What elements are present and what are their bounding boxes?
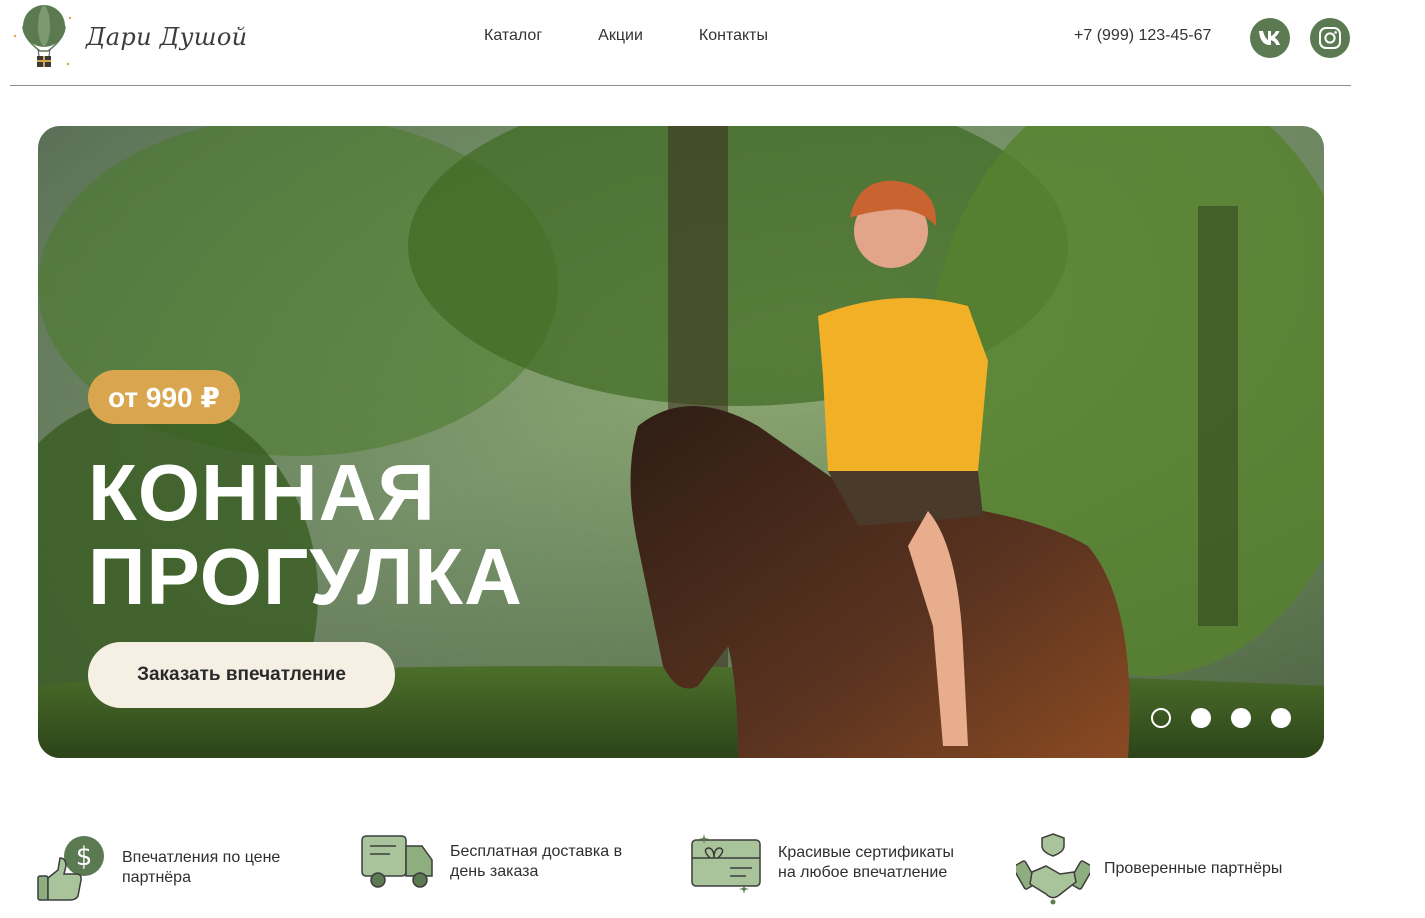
feature-2-line2: день заказа xyxy=(450,863,539,880)
slider-dot-4[interactable] xyxy=(1271,708,1291,728)
instagram-icon xyxy=(1319,27,1341,49)
site-header: Дари Душой Каталог Акции Контакты +7 (99… xyxy=(0,0,1425,86)
feature-2-line1: Бесплатная доставка в xyxy=(450,843,623,860)
feature-free-delivery: Бесплатная доставка в день заказа xyxy=(360,832,622,892)
feature-verified-partners: Проверенные партнёры xyxy=(1016,832,1282,906)
feature-3-line1: Красивые сертификаты xyxy=(778,844,954,861)
feature-1-line2: партнёра xyxy=(122,869,191,886)
hero-title-line1: КОННАЯ xyxy=(88,448,436,537)
brand-name: Дари Душой xyxy=(86,23,248,51)
nav-item-contacts[interactable]: Контакты xyxy=(699,27,768,45)
feature-certificates: Красивые сертификаты на любое впечатлени… xyxy=(690,832,954,894)
logo-link[interactable]: Дари Душой xyxy=(10,4,247,70)
order-experience-button[interactable]: Заказать впечатление xyxy=(88,642,395,708)
feature-partner-price: $ Впечатления по цене партнёра xyxy=(36,832,280,904)
vk-button[interactable] xyxy=(1250,18,1290,58)
vk-icon xyxy=(1259,31,1280,45)
nav-item-promotions[interactable]: Акции xyxy=(598,27,643,45)
gift-certificate-icon xyxy=(691,834,761,894)
delivery-truck-icon xyxy=(361,835,433,888)
feature-3-line2: на любое впечатление xyxy=(778,864,948,881)
slider-dot-2[interactable] xyxy=(1191,708,1211,728)
slider-dot-1[interactable] xyxy=(1151,708,1171,728)
feature-1-line1: Впечатления по цене xyxy=(122,849,281,866)
hero-title: КОННАЯ ПРОГУЛКА xyxy=(88,451,523,619)
slider-dot-3[interactable] xyxy=(1231,708,1251,728)
hero-slider: от 990 ₽ КОННАЯ ПРОГУЛКА Заказать впечат… xyxy=(38,126,1324,758)
main-nav: Каталог Акции Контакты xyxy=(484,27,768,45)
phone-link[interactable]: +7 (999) 123-45-67 xyxy=(1074,27,1211,45)
feature-4-line1: Проверенные партнёры xyxy=(1104,860,1283,877)
features-row: $ Впечатления по цене партнёра Бесплатна… xyxy=(0,820,1425,918)
hot-air-balloon-logo-icon xyxy=(13,5,72,67)
nav-item-catalog[interactable]: Каталог xyxy=(484,27,542,45)
instagram-button[interactable] xyxy=(1310,18,1350,58)
svg-text:$: $ xyxy=(76,842,93,872)
handshake-shield-icon xyxy=(1016,833,1090,905)
header-divider xyxy=(10,85,1351,86)
money-thumbs-up-icon: $ xyxy=(37,836,104,901)
slider-dots xyxy=(1151,708,1291,728)
price-badge: от 990 ₽ xyxy=(88,370,240,424)
hero-title-line2: ПРОГУЛКА xyxy=(88,532,523,621)
